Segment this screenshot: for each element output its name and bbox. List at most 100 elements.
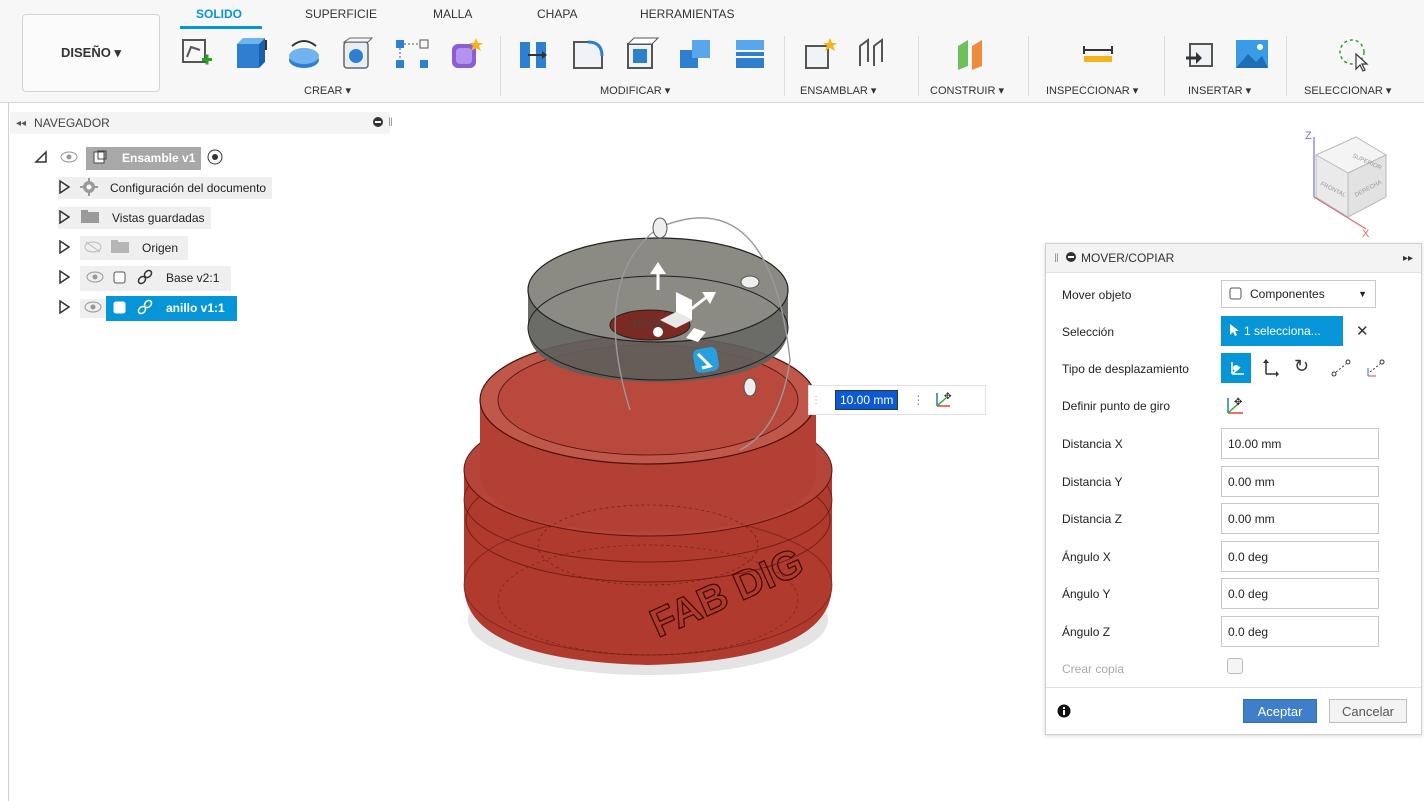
svg-text:✥: ✥: [1234, 397, 1242, 408]
create-sketch-icon[interactable]: [176, 34, 216, 74]
dialog-title: MOVER/COPIAR: [1080, 251, 1175, 265]
extrude-icon[interactable]: [230, 34, 270, 74]
accept-button[interactable]: Aceptar: [1243, 699, 1317, 723]
create-copy-checkbox[interactable]: [1227, 658, 1243, 674]
insert-canvas-icon[interactable]: [1232, 34, 1272, 74]
angle-z-input[interactable]: 0.0 deg: [1221, 616, 1379, 647]
component-icon: [112, 299, 128, 318]
dialog-header[interactable]: ‖ MOVER/COPIAR ▸▸: [1046, 244, 1421, 273]
origin-badge[interactable]: Origen: [80, 236, 189, 260]
distance-x-input[interactable]: 10.00 mm: [1221, 428, 1379, 459]
hole-icon[interactable]: [338, 34, 378, 74]
visibility-eye-icon[interactable]: [86, 271, 104, 286]
group-label-construir[interactable]: CONSTRUIR ▾: [930, 84, 1004, 97]
distance-z-input[interactable]: 0.00 mm: [1221, 503, 1379, 534]
tree-item-anillo[interactable]: anillo v1:1: [58, 295, 237, 321]
anillo-selected-badge[interactable]: anillo v1:1: [106, 295, 237, 321]
pin-icon[interactable]: [372, 116, 384, 131]
pattern-icon[interactable]: [392, 34, 432, 74]
move-object-select[interactable]: Componentes ▼: [1221, 280, 1376, 308]
group-separator: [784, 36, 785, 96]
pivot-axes-icon[interactable]: ✥: [934, 390, 954, 411]
fillet-icon[interactable]: [568, 34, 608, 74]
distance-y-input[interactable]: 0.00 mm: [1221, 466, 1379, 497]
label-create-copy: Crear copia: [1062, 662, 1125, 676]
inline-distance-input[interactable]: 10.00 mm: [835, 390, 899, 410]
collapse-arrows-icon[interactable]: ◂◂: [16, 118, 26, 129]
visibility-eye-icon[interactable]: [60, 151, 78, 166]
rotation-handle[interactable]: [652, 217, 668, 239]
group-label-ensamblar[interactable]: ENSAMBLAR ▾: [800, 84, 876, 97]
workspace-switcher-button[interactable]: DISEÑO ▾: [22, 14, 160, 92]
clear-selection-icon[interactable]: ✕: [1356, 322, 1369, 340]
free-move-icon[interactable]: [1221, 353, 1251, 383]
offset-plane-icon[interactable]: [950, 34, 990, 74]
rotation-handle[interactable]: [743, 377, 757, 397]
label-angle-z: Ángulo Z: [1062, 625, 1111, 639]
point-to-position-icon[interactable]: [1364, 358, 1386, 381]
label-angle-y: Ángulo Y: [1062, 587, 1111, 601]
tab-herramientas[interactable]: HERRAMIENTAS: [640, 7, 734, 21]
rotation-handle[interactable]: [740, 275, 760, 289]
expand-triangle-icon[interactable]: [58, 239, 71, 257]
tree-item-document-settings[interactable]: Configuración del documento: [58, 177, 273, 199]
select-icon[interactable]: [1334, 34, 1374, 74]
drag-grip[interactable]: ⋮: [811, 395, 821, 406]
tree-item-base[interactable]: Base v2:1: [58, 265, 232, 291]
navigator-header[interactable]: ◂◂ NAVEGADOR ‖: [10, 112, 393, 134]
label-selection: Selección: [1062, 325, 1115, 339]
expand-arrows-icon[interactable]: ▸▸: [1403, 253, 1413, 264]
split-body-icon[interactable]: [730, 34, 770, 74]
visibility-eye-icon[interactable]: [80, 298, 106, 318]
shell-icon[interactable]: [622, 34, 662, 74]
activate-radio-icon[interactable]: [207, 149, 223, 168]
angle-y-input[interactable]: 0.0 deg: [1221, 578, 1379, 609]
press-pull-icon[interactable]: [514, 34, 554, 74]
insert-derive-icon[interactable]: [1180, 34, 1220, 74]
rotate-icon[interactable]: ↻: [1294, 356, 1309, 377]
base-component-badge[interactable]: Base v2:1: [80, 265, 232, 291]
joint-icon[interactable]: [852, 34, 892, 74]
measure-icon[interactable]: [1078, 34, 1118, 74]
tree-root-row[interactable]: Ensamble v1: [34, 146, 223, 170]
set-pivot-icon[interactable]: ✥: [1224, 394, 1246, 419]
expand-triangle-icon[interactable]: [58, 269, 71, 287]
tab-solido[interactable]: SOLIDO: [196, 7, 242, 21]
revolve-icon[interactable]: [284, 34, 324, 74]
label-move-object: Mover objeto: [1062, 288, 1132, 302]
collapse-triangle-icon[interactable]: [34, 149, 48, 167]
viewcube[interactable]: Z X SUPERIOR FRONTAL DERECHA: [1300, 125, 1404, 240]
more-options-icon[interactable]: ⋮: [912, 393, 924, 407]
selection-button[interactable]: 1 selecciona...: [1221, 316, 1343, 346]
model-3d-view[interactable]: FAB DIG 10.00: [440, 200, 860, 700]
expand-triangle-icon[interactable]: [58, 299, 71, 317]
drag-grip[interactable]: ‖: [1054, 251, 1059, 265]
assembly-root-badge[interactable]: Ensamble v1: [86, 146, 202, 170]
angle-x-input[interactable]: 0.0 deg: [1221, 541, 1379, 572]
create-form-icon[interactable]: [446, 34, 486, 74]
group-label-inspeccionar[interactable]: INSPECCIONAR ▾: [1046, 84, 1138, 97]
dialog-pin-icon[interactable]: [1065, 251, 1077, 266]
label-distance-x: Distancia X: [1062, 437, 1123, 451]
tab-superficie[interactable]: SUPERFICIE: [305, 7, 377, 21]
combine-icon[interactable]: [676, 34, 716, 74]
group-label-insertar[interactable]: INSERTAR ▾: [1188, 84, 1251, 97]
expand-triangle-icon[interactable]: [58, 179, 71, 197]
new-component-icon[interactable]: [800, 34, 840, 74]
group-label-modificar[interactable]: MODIFICAR ▾: [600, 84, 670, 97]
folder-icon: [80, 209, 100, 227]
point-to-point-icon[interactable]: [1330, 358, 1352, 381]
tab-malla[interactable]: MALLA: [433, 7, 472, 21]
cancel-button[interactable]: Cancelar: [1329, 699, 1407, 723]
hidden-eye-icon[interactable]: [84, 241, 102, 256]
tree-item-origin[interactable]: Origen: [58, 236, 189, 260]
panel-resize-handle[interactable]: ‖: [388, 115, 393, 129]
group-label-crear[interactable]: CREAR ▾: [304, 84, 351, 97]
dialog-divider: [1046, 687, 1421, 688]
tree-item-saved-views[interactable]: Vistas guardadas: [58, 207, 211, 229]
group-label-seleccionar[interactable]: SELECCIONAR ▾: [1304, 84, 1391, 97]
tab-chapa[interactable]: CHAPA: [537, 7, 577, 21]
translate-icon[interactable]: [1260, 358, 1280, 381]
expand-triangle-icon[interactable]: [58, 209, 71, 227]
info-icon[interactable]: [1057, 704, 1071, 721]
